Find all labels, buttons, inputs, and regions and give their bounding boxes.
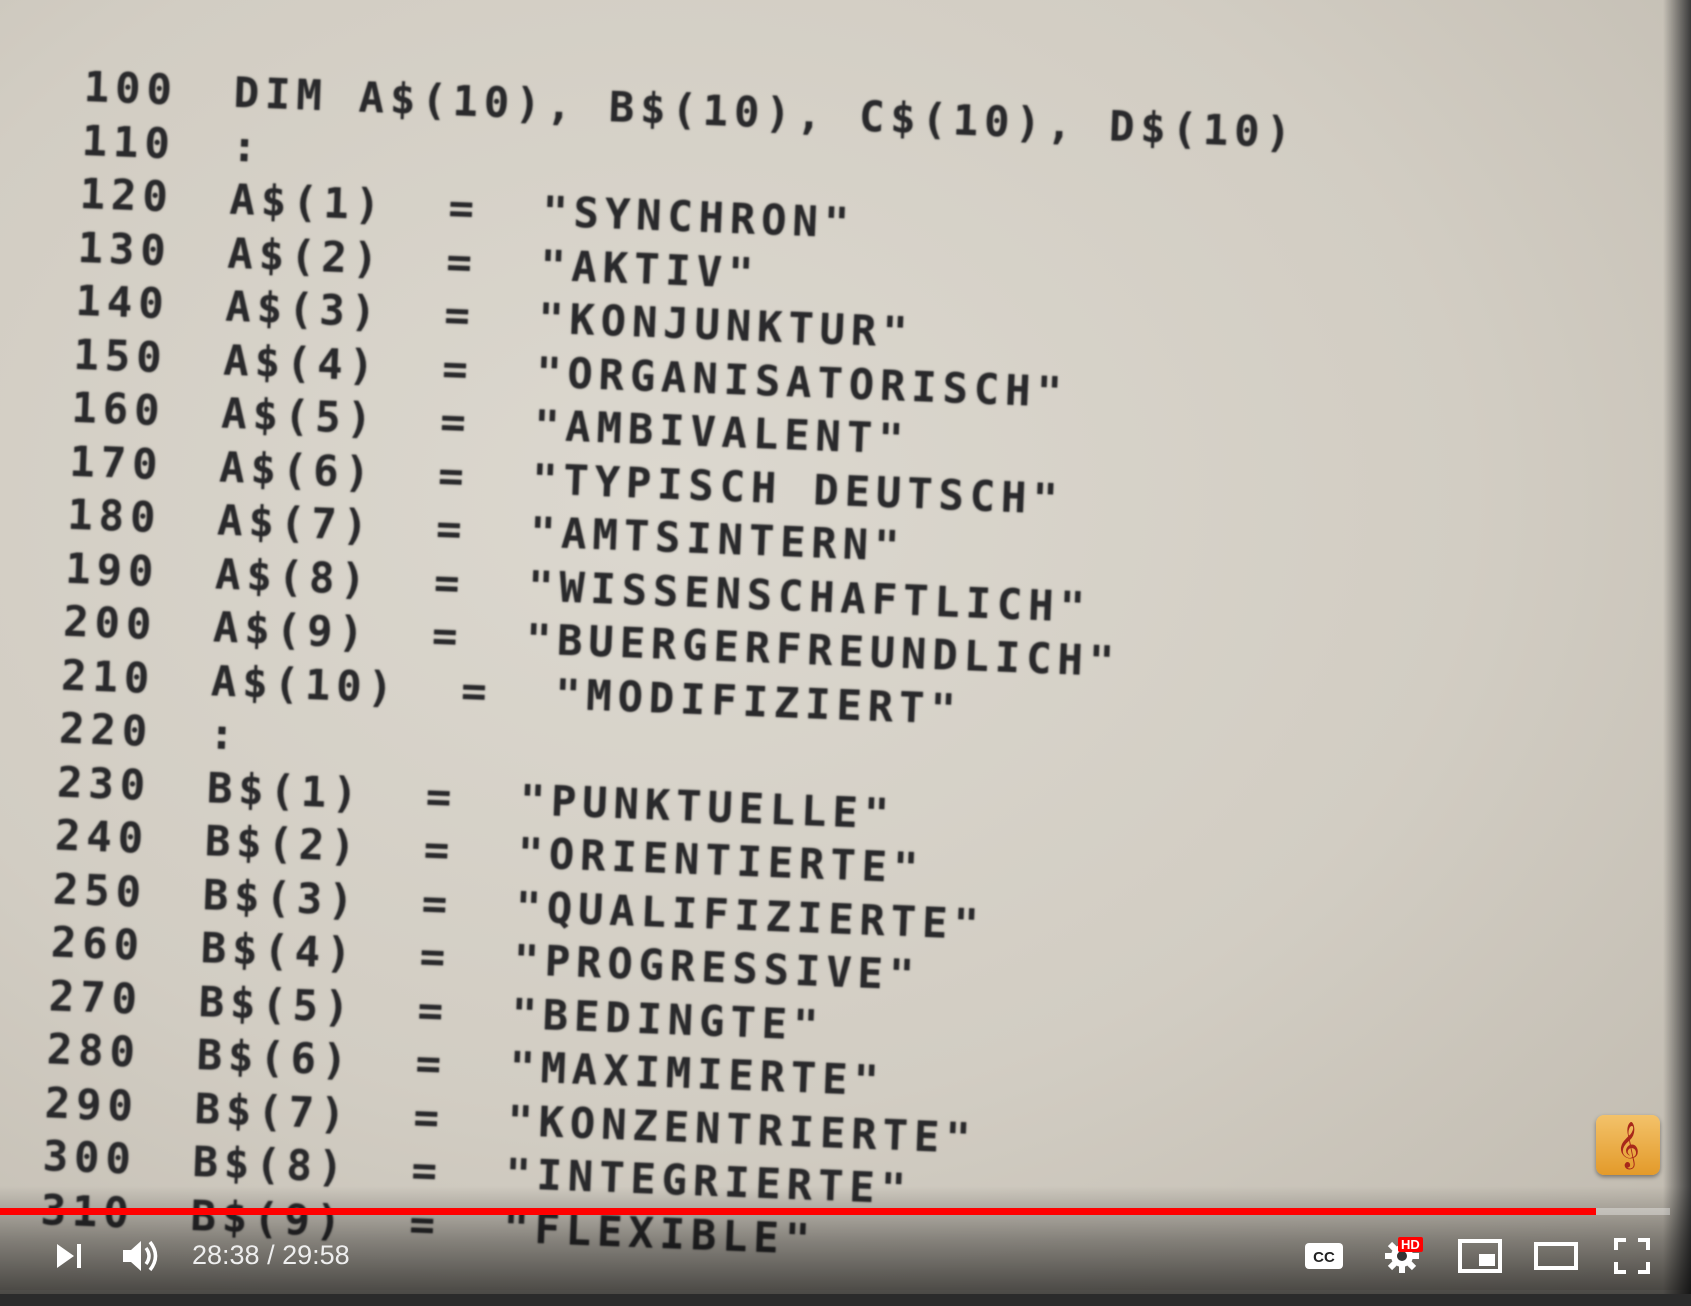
fullscreen-icon xyxy=(1612,1236,1652,1276)
line-number: 260 xyxy=(50,917,146,971)
music-clef-icon[interactable]: 𝄞 xyxy=(1596,1115,1660,1175)
time-display: 28:38 / 29:58 xyxy=(192,1240,350,1270)
line-number: 250 xyxy=(52,864,148,917)
progress-bar-played xyxy=(0,1208,1596,1215)
theater-mode-icon xyxy=(1533,1241,1579,1271)
subtitles-button[interactable]: CC xyxy=(1298,1228,1350,1284)
line-number: 190 xyxy=(64,543,161,596)
player-bottom-strip xyxy=(0,1294,1691,1306)
frame-edge-shadow xyxy=(1663,0,1691,1306)
line-number: 280 xyxy=(46,1024,142,1078)
volume-icon xyxy=(120,1236,164,1276)
theater-mode-button[interactable] xyxy=(1528,1228,1584,1284)
line-number: 140 xyxy=(74,276,171,329)
line-number: 130 xyxy=(76,222,173,276)
line-number: 300 xyxy=(41,1131,138,1185)
line-number: 230 xyxy=(56,757,153,810)
line-number: 180 xyxy=(66,489,163,543)
line-number: 200 xyxy=(62,596,159,650)
closed-captions-icon: CC xyxy=(1303,1240,1345,1272)
next-button[interactable] xyxy=(44,1228,94,1284)
line-number: 100 xyxy=(83,62,179,115)
line-number: 290 xyxy=(44,1077,140,1131)
line-number: 270 xyxy=(48,971,144,1024)
svg-text:CC: CC xyxy=(1313,1249,1335,1266)
volume-button[interactable] xyxy=(114,1228,170,1284)
code-statement: : xyxy=(230,121,265,172)
hd-badge: HD xyxy=(1398,1237,1423,1252)
line-number: 150 xyxy=(72,329,169,383)
fullscreen-button[interactable] xyxy=(1604,1228,1660,1284)
skip-next-icon xyxy=(52,1239,86,1273)
line-number: 210 xyxy=(60,650,157,703)
miniplayer-icon xyxy=(1457,1238,1503,1274)
line-number: 240 xyxy=(54,810,150,864)
video-player[interactable]: 100 DIM A$(10), B$(10), C$(10), D$(10) 110… xyxy=(0,0,1691,1306)
code-statement: : xyxy=(208,709,242,760)
line-number: 110 xyxy=(80,115,177,169)
line-number: 120 xyxy=(78,169,175,222)
line-number: 160 xyxy=(70,383,167,436)
basic-program-listing: 100 DIM A$(10), B$(10), C$(10), D$(10) 110… xyxy=(40,60,1298,1283)
miniplayer-button[interactable] xyxy=(1452,1228,1508,1284)
line-number: 170 xyxy=(68,436,165,490)
progress-bar[interactable] xyxy=(0,1208,1670,1215)
line-number: 220 xyxy=(58,703,155,757)
